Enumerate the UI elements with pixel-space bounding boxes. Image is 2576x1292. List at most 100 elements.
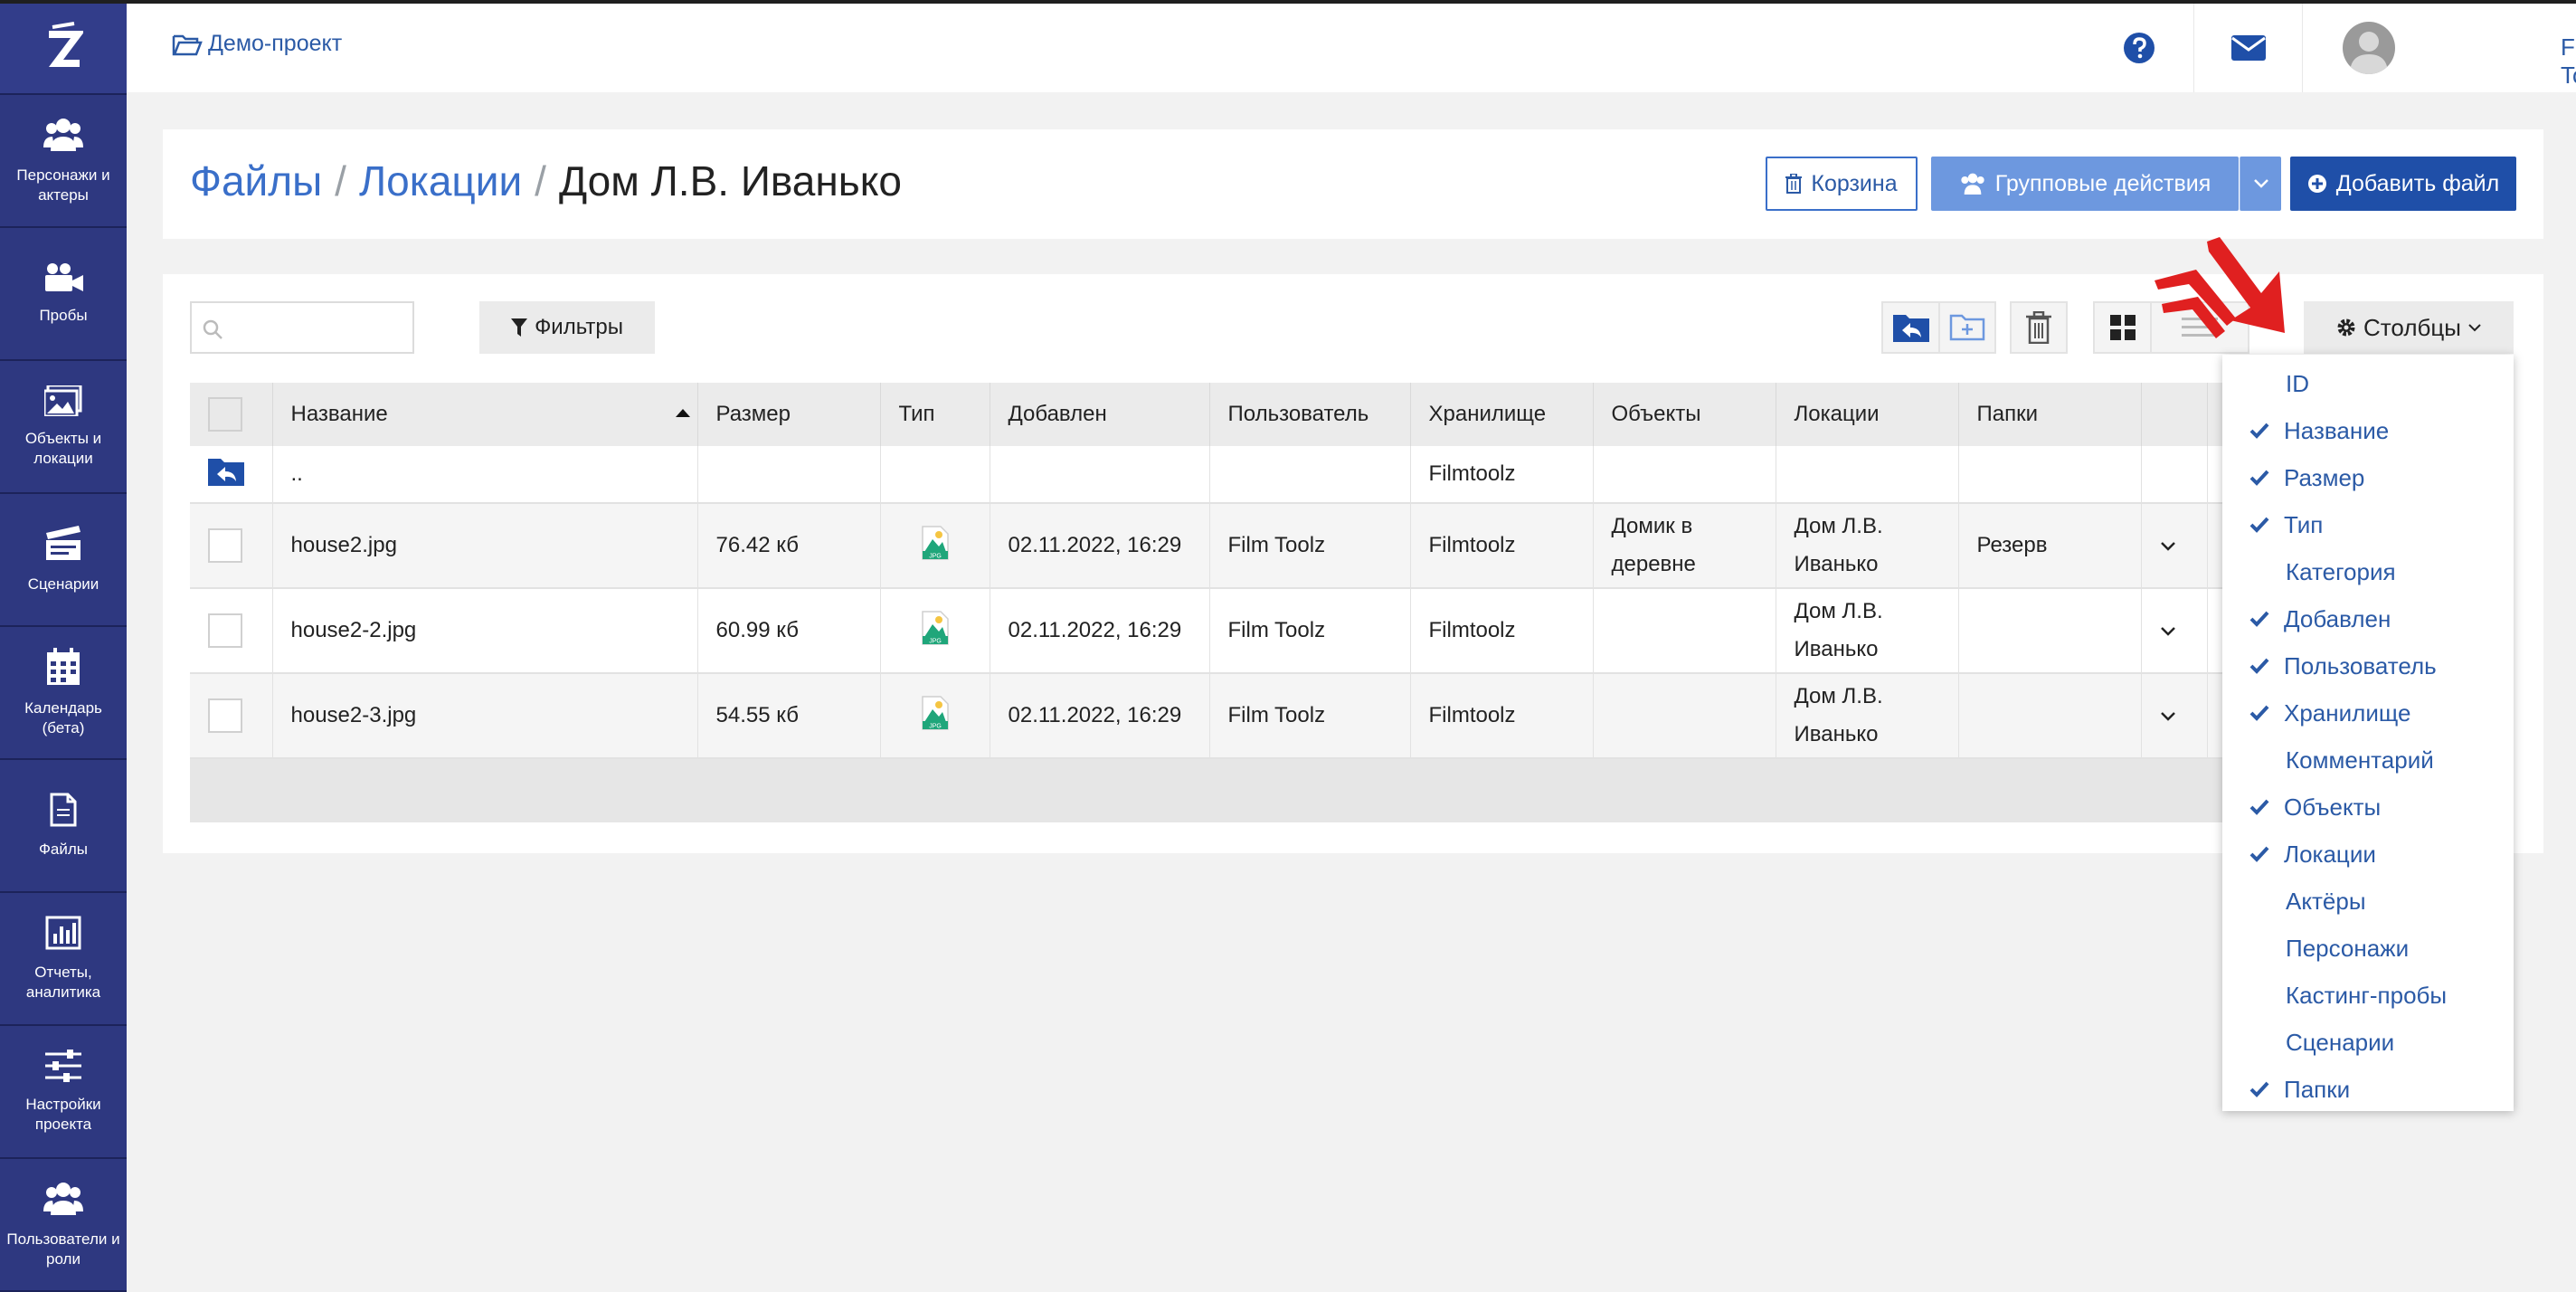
table-cell[interactable]: house2-2.jpg xyxy=(272,588,698,674)
table-cell xyxy=(697,446,881,504)
file-icon xyxy=(50,793,77,826)
table-cell: JPG xyxy=(880,673,990,759)
row-checkbox[interactable] xyxy=(208,698,242,733)
column-option-label: Категория xyxy=(2286,558,2396,585)
column-option-category[interactable]: Категория xyxy=(2222,548,2514,595)
column-option-locations[interactable]: Локации xyxy=(2222,831,2514,878)
column-option-storage[interactable]: Хранилище xyxy=(2222,689,2514,736)
project-name: Демо-проект xyxy=(208,31,343,56)
column-option-casting-tests[interactable]: Кастинг-пробы xyxy=(2222,972,2514,1019)
table-cell[interactable]: house2.jpg xyxy=(272,503,698,589)
column-option-characters[interactable]: Персонажи xyxy=(2222,925,2514,972)
user-name[interactable]: Film Toolz xyxy=(2561,33,2576,90)
table-cell xyxy=(190,588,273,674)
sidebar-item-settings[interactable]: Настройки проекта xyxy=(0,1026,127,1159)
new-folder-button[interactable] xyxy=(1938,301,1996,354)
table-cell xyxy=(190,446,273,504)
column-header-type[interactable]: Тип xyxy=(880,383,990,446)
help-button[interactable] xyxy=(2085,4,2193,92)
table-cell[interactable]: .. xyxy=(272,446,698,504)
check-icon xyxy=(2249,470,2269,486)
users-icon xyxy=(43,118,83,151)
sidebar-item-scripts[interactable]: Сценарии xyxy=(0,494,127,627)
table-cell: 02.11.2022, 16:29 xyxy=(990,673,1210,759)
table-cell xyxy=(1958,673,2142,759)
column-header-storage[interactable]: Хранилище xyxy=(1410,383,1594,446)
jpg-file-icon: JPG xyxy=(921,695,949,730)
trash-label: Корзина xyxy=(1811,170,1898,196)
column-option-label: Название xyxy=(2284,417,2390,444)
search-icon xyxy=(203,319,223,339)
sidebar-item-tests[interactable]: Пробы xyxy=(0,228,127,361)
column-option-user[interactable]: Пользователь xyxy=(2222,642,2514,689)
table-row[interactable]: house2-3.jpg 54.55 кб JPG 02.11.2022, 16… xyxy=(190,673,2380,759)
delete-button[interactable] xyxy=(2010,301,2068,354)
grid-icon xyxy=(2110,315,2136,340)
file-type-label: JPG xyxy=(929,723,942,729)
column-header-added[interactable]: Добавлен xyxy=(990,383,1210,446)
search-input[interactable] xyxy=(190,301,414,354)
column-header-locations[interactable]: Локации xyxy=(1776,383,1959,446)
chevron-down-icon[interactable] xyxy=(2160,711,2176,722)
column-header-size[interactable]: Размер xyxy=(697,383,881,446)
trash-button[interactable]: Корзина xyxy=(1766,157,1918,211)
column-option-scripts[interactable]: Сценарии xyxy=(2222,1019,2514,1066)
project-link[interactable]: Демо-проект xyxy=(172,31,342,57)
table-row[interactable]: house2-2.jpg 60.99 кб JPG 02.11.2022, 16… xyxy=(190,588,2380,674)
table-cell: Дом Л.В. Иванько xyxy=(1776,588,1959,674)
users-icon xyxy=(43,1182,83,1215)
table-cell[interactable]: house2-3.jpg xyxy=(272,673,698,759)
sidebar-item-label: Пробы xyxy=(39,306,88,324)
column-header-objects[interactable]: Объекты xyxy=(1593,383,1776,446)
table-cell: Дом Л.В. Иванько xyxy=(1776,673,1959,759)
avatar[interactable] xyxy=(2343,22,2395,74)
sidebar-item-label: Календарь (бета) xyxy=(24,698,102,736)
column-option-folders[interactable]: Папки xyxy=(2222,1066,2514,1113)
go-up-folder-button[interactable] xyxy=(1881,301,1939,354)
column-option-name[interactable]: Название xyxy=(2222,407,2514,454)
row-checkbox[interactable] xyxy=(208,613,242,648)
column-option-objects[interactable]: Объекты xyxy=(2222,784,2514,831)
sidebar-item-files[interactable]: Файлы xyxy=(0,760,127,893)
column-option-actors[interactable]: Актёры xyxy=(2222,878,2514,925)
group-actions-dropdown-toggle[interactable] xyxy=(2240,157,2281,211)
filters-button[interactable]: Фильтры xyxy=(479,301,655,354)
chevron-down-icon[interactable] xyxy=(2160,626,2176,637)
column-option-comment[interactable]: Комментарий xyxy=(2222,736,2514,784)
breadcrumb-locations[interactable]: Локации xyxy=(359,157,522,204)
sidebar-item-calendar[interactable]: Календарь (бета) xyxy=(0,627,127,760)
column-option-label: Кастинг-пробы xyxy=(2286,982,2448,1009)
table-cell: Домик в деревне xyxy=(1593,503,1776,589)
sidebar-item-users[interactable]: Пользователи и роли xyxy=(0,1159,127,1292)
folder-open-icon xyxy=(172,34,203,55)
table-cell[interactable] xyxy=(2141,588,2208,674)
grid-view-button[interactable] xyxy=(2093,301,2151,354)
breadcrumb-files[interactable]: Файлы xyxy=(190,157,322,204)
table-row[interactable]: house2.jpg 76.42 кб JPG 02.11.2022, 16:2… xyxy=(190,503,2380,589)
app-logo[interactable] xyxy=(0,0,127,95)
add-file-label: Добавить файл xyxy=(2335,170,2500,196)
add-file-button[interactable]: Добавить файл xyxy=(2290,157,2516,211)
row-checkbox[interactable] xyxy=(208,528,242,563)
column-header-folders[interactable]: Папки xyxy=(1958,383,2142,446)
table-cell[interactable] xyxy=(2141,503,2208,589)
sidebar-item-objects[interactable]: Объекты и локации xyxy=(0,361,127,494)
sidebar-item-characters[interactable]: Персонажи и актеры xyxy=(0,95,127,228)
plus-circle-icon xyxy=(2307,175,2326,193)
sidebar-item-reports[interactable]: Отчеты, аналитика xyxy=(0,893,127,1026)
folder-back-icon[interactable] xyxy=(208,457,244,486)
column-option-size[interactable]: Размер xyxy=(2222,454,2514,501)
table-row-parent-folder[interactable]: .. Filmtoolz xyxy=(190,446,2380,504)
column-option-added[interactable]: Добавлен xyxy=(2222,595,2514,642)
column-header-user[interactable]: Пользователь xyxy=(1209,383,1411,446)
columns-button[interactable]: Столбцы xyxy=(2304,301,2514,354)
column-header-name[interactable]: Название xyxy=(272,383,698,446)
column-option-type[interactable]: Тип xyxy=(2222,501,2514,548)
messages-button[interactable] xyxy=(2193,4,2303,92)
group-actions-button[interactable]: Групповые действия xyxy=(1931,157,2239,211)
table-cell[interactable] xyxy=(2141,673,2208,759)
select-all-checkbox[interactable] xyxy=(208,397,242,432)
chevron-down-icon[interactable] xyxy=(2160,541,2176,552)
column-header-label: Название xyxy=(290,402,388,426)
table-cell: Film Toolz xyxy=(1209,588,1411,674)
